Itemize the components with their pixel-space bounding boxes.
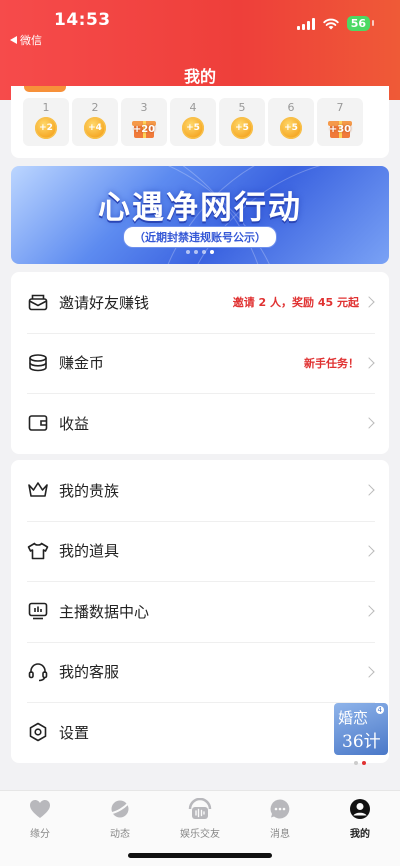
menu-item-label: 收益 xyxy=(59,414,90,433)
coin-icon: +5 xyxy=(231,117,253,139)
ad-text-line1: 婚恋 xyxy=(338,709,369,727)
day-number: 6 xyxy=(287,101,295,114)
day-number: 5 xyxy=(238,101,246,114)
gift-box-icon: +20 xyxy=(132,118,156,138)
menu-item-label: 主播数据中心 xyxy=(59,602,150,621)
menu-item-income[interactable]: 收益 xyxy=(11,393,389,454)
chevron-right-icon xyxy=(363,484,375,496)
chevron-right-icon xyxy=(363,545,375,557)
tab-label: 消息 xyxy=(270,829,290,840)
coin-icon: +5 xyxy=(280,117,302,139)
banner-title: 心遇净网行动 xyxy=(97,188,302,226)
coin-stack-icon xyxy=(27,352,49,374)
tab-profile[interactable]: 我的 xyxy=(320,791,400,866)
checkin-card: 1 +2 2 +4 3 +20 4 +5 5 +5 6 +5 7 +30 xyxy=(11,86,389,158)
earnings-menu-card: 邀请好友赚钱 邀请 2 人，奖励 45 元起 赚金币 新手任务！ 收益 xyxy=(11,272,389,454)
tab-label: 动态 xyxy=(110,829,130,840)
gift-reward: +30 xyxy=(328,124,352,135)
chevron-right-icon xyxy=(363,666,375,678)
crown-icon xyxy=(27,479,49,501)
menu-item-label: 我的道具 xyxy=(59,542,120,561)
wallet-icon xyxy=(27,412,49,434)
chevron-right-icon xyxy=(363,357,375,369)
menu-item-props[interactable]: 我的道具 xyxy=(11,520,389,582)
page-title: 我的 xyxy=(183,67,216,86)
monitor-chart-icon xyxy=(27,600,49,622)
page-dot xyxy=(194,250,198,254)
account-menu-card: 我的贵族 我的道具 主播数据中心 我的客服 设置 xyxy=(11,460,389,763)
chevron-right-icon xyxy=(363,417,375,429)
headset-icon xyxy=(27,661,49,683)
day-number: 2 xyxy=(91,101,99,114)
day-number: 7 xyxy=(336,101,344,114)
home-indicator[interactable] xyxy=(128,853,272,858)
invite-reward-text: 邀请 2 人，奖励 45 元起 xyxy=(232,296,359,310)
ad-badge: 4 xyxy=(375,706,384,714)
gift-box-icon: +30 xyxy=(328,118,352,138)
checkin-day[interactable]: 5 +5 xyxy=(219,98,265,146)
page-dot-active xyxy=(210,250,214,254)
menu-item-label: 赚金币 xyxy=(59,354,105,373)
coin-icon: +2 xyxy=(35,117,57,139)
wifi-icon xyxy=(322,18,339,29)
page-dot xyxy=(202,250,206,254)
back-app-label: 微信 xyxy=(20,34,42,47)
checkin-day[interactable]: 1 +2 xyxy=(23,98,69,146)
checkin-day[interactable]: 6 +5 xyxy=(268,98,314,146)
checkin-day[interactable]: 3 +20 xyxy=(121,98,167,146)
envelope-icon xyxy=(27,291,49,313)
ad-text-line2: 36计 xyxy=(342,732,381,752)
battery-indicator: 56 xyxy=(346,16,375,31)
tab-label: 娱乐交友 xyxy=(180,829,220,840)
page-dot xyxy=(186,250,190,254)
menu-item-label: 我的客服 xyxy=(59,663,120,682)
chevron-right-icon xyxy=(363,605,375,617)
menu-item-noble[interactable]: 我的贵族 xyxy=(11,460,389,521)
top-header: 14:53 微信 56 我的 xyxy=(0,0,400,100)
menu-item-anchor-data[interactable]: 主播数据中心 xyxy=(11,581,389,642)
tab-label: 我的 xyxy=(350,829,370,840)
voice-wave-icon xyxy=(188,797,212,821)
day-number: 3 xyxy=(140,101,148,114)
menu-item-earn-coins[interactable]: 赚金币 新手任务！ xyxy=(11,332,389,394)
checkin-days: 1 +2 2 +4 3 +20 4 +5 5 +5 6 +5 7 +30 xyxy=(23,98,363,146)
checkin-tab-marker xyxy=(24,86,66,92)
page-dot-active xyxy=(362,761,366,765)
menu-item-settings[interactable]: 设置 xyxy=(11,702,389,763)
promo-banner[interactable]: 心遇净网行动 （近期封禁违规账号公示） xyxy=(11,166,389,264)
newbie-task-text: 新手任务！ xyxy=(304,356,359,370)
menu-item-invite-friends[interactable]: 邀请好友赚钱 邀请 2 人，奖励 45 元起 xyxy=(11,272,389,333)
tab-label: 缘分 xyxy=(30,829,50,840)
status-indicators: 56 xyxy=(296,16,375,31)
checkin-day[interactable]: 7 +30 xyxy=(317,98,363,146)
menu-item-label: 我的贵族 xyxy=(59,481,120,500)
hexagon-settings-icon xyxy=(27,721,49,743)
chevron-right-icon xyxy=(363,296,375,308)
banner-subtitle: （近期封禁违规账号公示） xyxy=(123,226,277,248)
chat-bubble-icon xyxy=(268,797,292,821)
menu-item-customer-service[interactable]: 我的客服 xyxy=(11,641,389,703)
day-number: 1 xyxy=(42,101,50,114)
checkin-day[interactable]: 4 +5 xyxy=(170,98,216,146)
coin-icon: +4 xyxy=(84,117,106,139)
page-dot xyxy=(354,761,358,765)
floating-ad[interactable]: 4 婚恋 36计 xyxy=(334,703,388,755)
menu-item-label: 设置 xyxy=(59,723,90,742)
coin-icon: +5 xyxy=(182,117,204,139)
cellular-signal-icon xyxy=(296,17,315,30)
tshirt-icon xyxy=(27,540,49,562)
ad-pagination xyxy=(354,761,366,765)
back-triangle-icon xyxy=(10,36,17,44)
profile-icon xyxy=(348,797,372,821)
back-to-app-link[interactable]: 微信 xyxy=(10,32,42,48)
tab-fate[interactable]: 缘分 xyxy=(0,791,80,866)
menu-item-label: 邀请好友赚钱 xyxy=(59,293,150,312)
banner-pagination xyxy=(186,250,214,254)
planet-icon xyxy=(108,797,132,821)
gift-reward: +20 xyxy=(132,124,156,135)
heart-icon xyxy=(28,797,52,821)
status-time: 14:53 xyxy=(54,10,111,30)
checkin-day[interactable]: 2 +4 xyxy=(72,98,118,146)
day-number: 4 xyxy=(189,101,197,114)
